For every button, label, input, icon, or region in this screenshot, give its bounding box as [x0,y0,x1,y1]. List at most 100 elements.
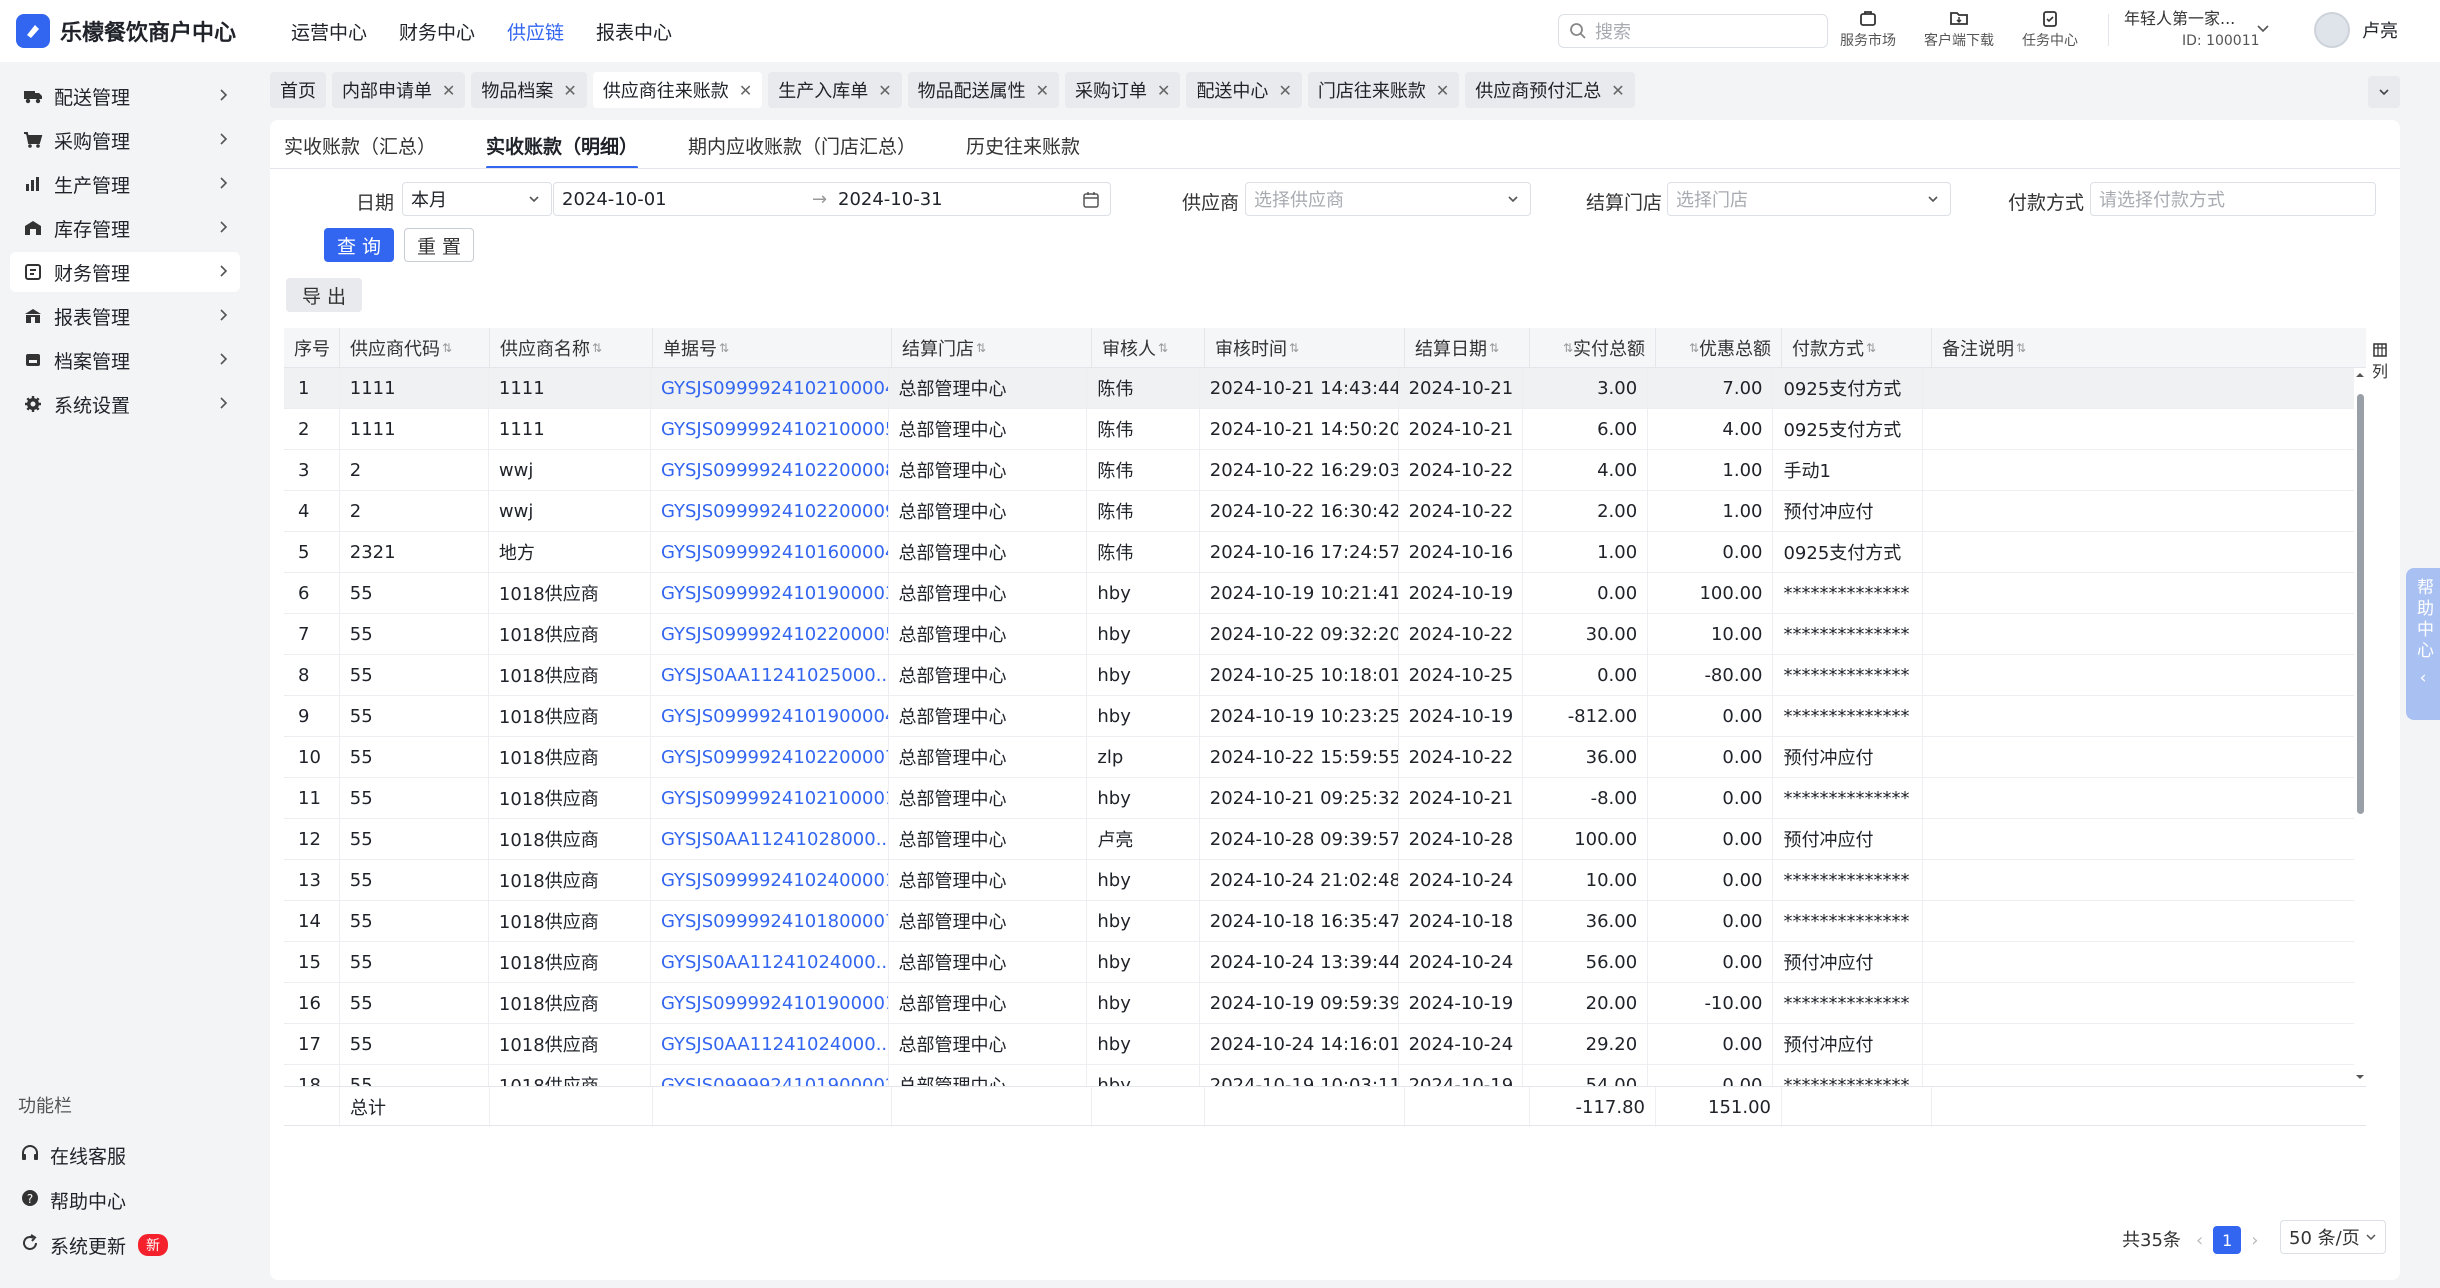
payment-method-select[interactable]: 请选择付款方式 [2090,182,2376,216]
table-row[interactable]: 8 55 1018供应商 GYSJS0AA11241025000... 总部管理中心 hb… [284,655,2354,696]
column-header-discount-total[interactable]: ⇅ 优惠总额 [1656,328,1782,368]
query-button[interactable]: 查 询 [324,228,394,262]
sort-icon[interactable]: ⇅ [719,341,729,355]
column-header-paid-total[interactable]: ⇅ 实付总额 [1530,328,1656,368]
column-header-supplier-name[interactable]: 供应商名称 ⇅ [490,328,653,368]
cell-doc-no-link[interactable]: GYSJS0999924102100001 [651,778,889,818]
tab-store-accounts[interactable]: 门店往来账款 ✕ [1307,72,1460,108]
cell-doc-no-link[interactable]: GYSJS0AA11241024000... [651,942,889,982]
date-end-value[interactable]: 2024-10-31 [838,189,943,210]
column-header-store[interactable]: 结算门店 ⇅ [892,328,1092,368]
help-center-button[interactable]: ? 帮助中心 [10,1181,126,1219]
reset-button[interactable]: 重 置 [404,228,474,262]
cell-doc-no-link[interactable]: GYSJS0999924101900001 [651,983,889,1023]
cell-doc-no-link[interactable]: GYSJS0999924102100005 [651,409,889,449]
table-row[interactable]: 4 2 wwj GYSJS0999924102200009 总部管理中心 陈伟 2024-1… [284,491,2354,532]
top-nav-supply-chain[interactable]: 供应链 [507,18,564,45]
close-icon[interactable]: ✕ [1611,81,1624,100]
sort-icon[interactable]: ⇅ [1489,341,1499,355]
date-start-value[interactable]: 2024-10-01 [562,189,667,210]
table-row[interactable]: 14 55 1018供应商 GYSJS0999924101800007 总部管理中心 hb… [284,901,2354,942]
table-row[interactable]: 7 55 1018供应商 GYSJS0999924102200005 总部管理中心 hby… [284,614,2354,655]
sidebar-item-reports[interactable]: 报表管理 [10,296,240,336]
online-support-button[interactable]: 在线客服 [10,1136,126,1174]
top-nav-operations[interactable]: 运营中心 [291,18,367,45]
date-preset-select[interactable]: 本月 [402,182,552,216]
top-nav-finance[interactable]: 财务中心 [399,18,475,45]
table-row[interactable]: 11 55 1018供应商 GYSJS0999924102100001 总部管理中心 hb… [284,778,2354,819]
table-row[interactable]: 13 55 1018供应商 GYSJS0999924102400001 总部管理中心 hb… [284,860,2354,901]
sidebar-item-delivery[interactable]: 配送管理 [10,76,240,116]
task-center-button[interactable]: 任务中心 [2022,8,2078,50]
sort-icon[interactable]: ⇅ [1289,341,1299,355]
table-row[interactable]: 12 55 1018供应商 GYSJS0AA11241028000... 总部管理中心卢… [284,819,2354,860]
tab-internal-request[interactable]: 内部申请单 ✕ [332,72,466,108]
table-row[interactable]: 10 55 1018供应商 GYSJS0999924102200007 总部管理中心 zl… [284,737,2354,778]
sidebar-item-purchase[interactable]: 采购管理 [10,120,240,160]
cell-doc-no-link[interactable]: GYSJS0AA11241024000... [651,1024,889,1064]
close-icon[interactable]: ✕ [442,81,455,100]
table-row[interactable]: 17 55 1018供应商 GYSJS0AA11241024000... 总部管理中心 h… [284,1024,2354,1065]
tab-supplier-prepay-summary[interactable]: 供应商预付汇总 ✕ [1465,72,1635,108]
column-header-supplier-code[interactable]: 供应商代码 ⇅ [340,328,490,368]
sort-icon[interactable]: ⇅ [1158,341,1168,355]
subtab-history-accounts[interactable]: 历史往来账款 [966,132,1080,169]
cell-doc-no-link[interactable]: GYSJS0999924102200009 [651,491,889,531]
sort-icon[interactable]: ⇅ [442,341,452,355]
sidebar-item-inventory[interactable]: 库存管理 [10,208,240,248]
tab-supplier-accounts[interactable]: 供应商往来账款 ✕ [592,72,763,108]
column-settings-button[interactable]: 列 [2368,342,2392,382]
date-range-picker[interactable]: 2024-10-01 → 2024-10-31 [553,182,1111,216]
tab-home[interactable]: 首页 [270,72,326,108]
close-icon[interactable]: ✕ [878,81,891,100]
page-number-current[interactable]: 1 [2213,1226,2242,1254]
sidebar-item-archive[interactable]: 档案管理 [10,340,240,380]
chevron-down-icon[interactable] [2255,20,2271,36]
table-row[interactable]: 5 2321 地方 GYSJS0999924101600004 总部管理中心 陈伟 2024… [284,532,2354,573]
cell-doc-no-link[interactable]: GYSJS0AA11241028000... [651,819,889,859]
client-download-button[interactable]: 客户端下载 [1924,8,1994,50]
top-nav-reports[interactable]: 报表中心 [596,18,672,45]
close-icon[interactable]: ✕ [739,81,752,100]
sort-icon[interactable]: ⇅ [592,341,602,355]
cell-doc-no-link[interactable]: GYSJS0999924102100004 [651,368,889,408]
cell-doc-no-link[interactable]: GYSJS0AA11241025000... [651,655,889,695]
column-header-settle-date[interactable]: 结算日期 ⇅ [1405,328,1530,368]
tab-distribution-center[interactable]: 配送中心 ✕ [1186,72,1302,108]
column-header-review-time[interactable]: 审核时间 ⇅ [1205,328,1405,368]
table-row[interactable]: 1 1111 1111 GYSJS0999924102100004 总部管理中心 陈伟 20… [284,368,2354,409]
column-header-reviewer[interactable]: 审核人 ⇅ [1092,328,1205,368]
table-scrollbar[interactable] [2354,368,2366,1086]
table-row[interactable]: 3 2 wwj GYSJS0999924102200008 总部管理中心 陈伟 2024-1… [284,450,2354,491]
store-select[interactable]: 选择门店 [1667,182,1951,216]
close-icon[interactable]: ✕ [1278,81,1291,100]
subtab-period-receivable[interactable]: 期内应收账款（门店汇总） [688,132,916,169]
user-menu[interactable]: 卢亮 [2314,12,2398,48]
chevron-right-icon[interactable]: › [2251,1230,2258,1251]
table-row[interactable]: 6 55 1018供应商 GYSJS0999924101900003 总部管理中心 hby… [284,573,2354,614]
system-update-button[interactable]: 系统更新 新 [10,1226,169,1264]
table-row[interactable]: 2 1111 1111 GYSJS0999924102100005 总部管理中心 陈伟 20… [284,409,2354,450]
close-icon[interactable]: ✕ [563,81,576,100]
tab-item-archive[interactable]: 物品档案 ✕ [471,72,587,108]
global-search-input[interactable]: 搜索 [1558,14,1828,48]
sort-icon[interactable]: ⇅ [1563,341,1573,355]
close-icon[interactable]: ✕ [1036,81,1049,100]
sort-icon[interactable]: ⇅ [1866,341,1876,355]
cell-doc-no-link[interactable]: GYSJS0999924102400001 [651,860,889,900]
service-market-button[interactable]: 服务市场 [1840,8,1896,50]
sort-icon[interactable]: ⇅ [2016,341,2026,355]
sort-icon[interactable]: ⇅ [976,341,986,355]
cell-doc-no-link[interactable]: GYSJS0999924101900003 [651,573,889,613]
cell-doc-no-link[interactable]: GYSJS0999924101800007 [651,901,889,941]
subtab-receivable-detail[interactable]: 实收账款（明细） [486,132,639,169]
sidebar-item-settings[interactable]: 系统设置 [10,384,240,424]
close-icon[interactable]: ✕ [1436,81,1449,100]
tab-item-delivery-attrs[interactable]: 物品配送属性 ✕ [907,72,1060,108]
table-row[interactable]: 15 55 1018供应商 GYSJS0AA11241024000... 总部管理中心 h… [284,942,2354,983]
subtab-receivable-summary[interactable]: 实收账款（汇总） [284,132,436,169]
cell-doc-no-link[interactable]: GYSJS0999924101600004 [651,532,889,572]
sidebar-item-finance[interactable]: 财务管理 [10,252,240,292]
table-row[interactable]: 16 55 1018供应商 GYSJS0999924101900001 总部管理中心 hb… [284,983,2354,1024]
column-header-doc-no[interactable]: 单据号 ⇅ [653,328,892,368]
